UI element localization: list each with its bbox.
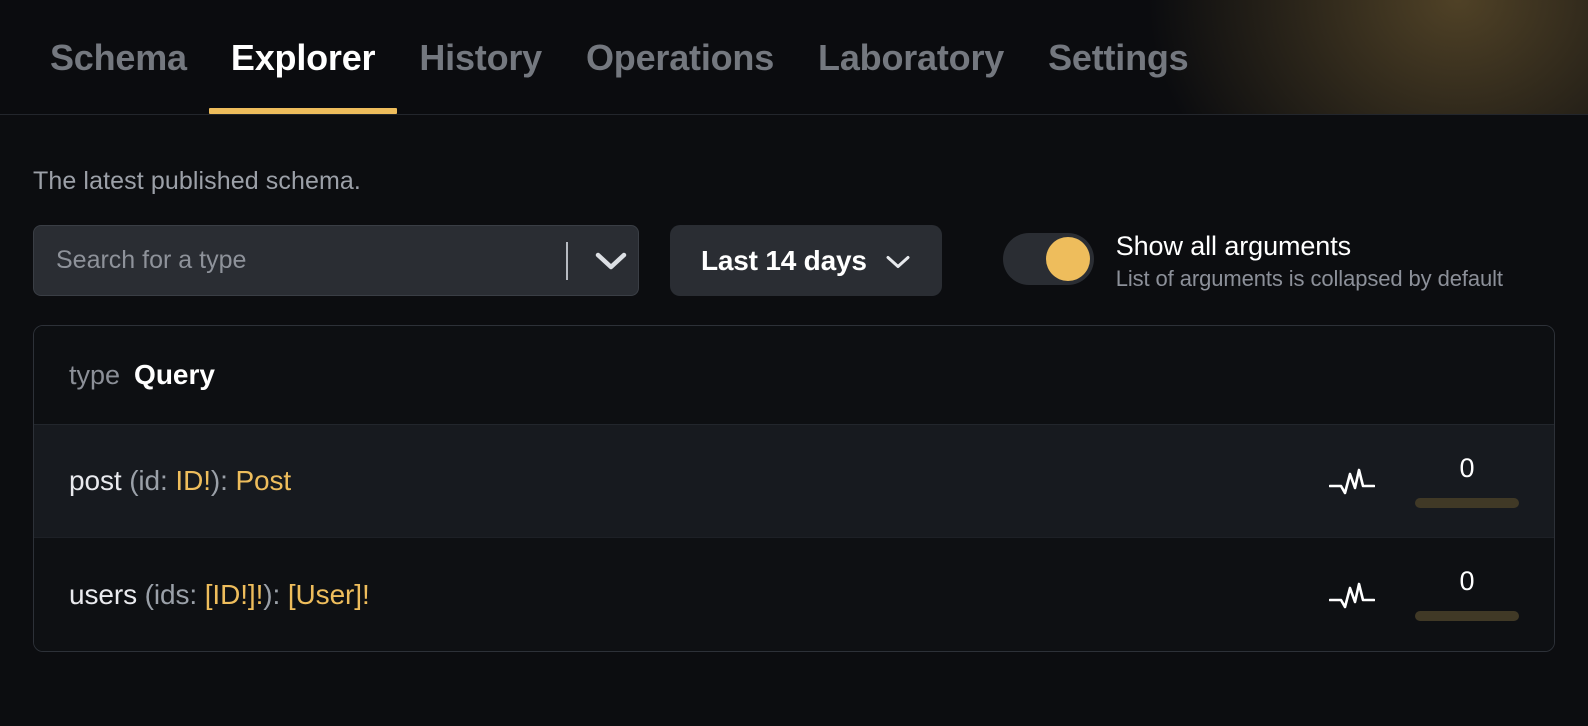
field-signature: post (id: ID!): Post	[69, 465, 291, 497]
field-usage-bar	[1415, 611, 1519, 621]
period-selector-label: Last 14 days	[701, 244, 867, 276]
tab-history-label: History	[419, 36, 542, 78]
field-usage-metric: 0	[1415, 568, 1519, 621]
top-navigation-bar: Schema Explorer History Operations Labor…	[0, 0, 1588, 115]
field-usage-count: 0	[1459, 566, 1475, 596]
type-search-box[interactable]	[33, 225, 639, 296]
field-arg-type[interactable]: [ID!]!	[205, 579, 264, 610]
field-name: users	[69, 578, 137, 610]
field-return-type[interactable]: [User]!	[288, 579, 370, 610]
tab-laboratory[interactable]: Laboratory	[796, 0, 1026, 115]
tab-schema-label: Schema	[50, 36, 187, 78]
field-arg-type[interactable]: ID!	[175, 465, 211, 496]
page-subtitle: The latest published schema.	[33, 167, 361, 195]
field-usage-count: 0	[1459, 452, 1475, 483]
chevron-down-icon	[885, 245, 911, 277]
tab-settings-label: Settings	[1048, 36, 1189, 78]
show-all-arguments-title: Show all arguments	[1115, 231, 1352, 261]
tab-settings[interactable]: Settings	[1026, 0, 1210, 115]
page-content: The latest published schema. Last 14 day…	[0, 167, 1588, 652]
schema-field-row[interactable]: users (ids: [ID!]!): [User]! 0	[34, 538, 1554, 651]
tab-operations-label: Operations	[586, 36, 775, 78]
show-all-arguments-description: List of arguments is collapsed by defaul…	[1115, 266, 1503, 292]
tab-history[interactable]: History	[397, 0, 564, 115]
show-all-arguments-toggle[interactable]	[1002, 233, 1094, 285]
tab-operations[interactable]: Operations	[564, 0, 796, 115]
toggle-knob	[1045, 237, 1090, 281]
field-usage-metric: 0	[1415, 452, 1519, 508]
chevron-down-icon[interactable]	[584, 226, 638, 295]
activity-pulse-icon[interactable]	[1329, 464, 1375, 498]
field-return-type[interactable]: Post	[235, 465, 291, 496]
field-args-open: (id:	[121, 465, 176, 496]
field-name: post	[69, 465, 122, 496]
show-all-arguments-control: Show all arguments List of arguments is …	[1002, 225, 1503, 292]
type-keyword: type	[69, 359, 121, 390]
tab-laboratory-label: Laboratory	[818, 36, 1005, 78]
topbar-divider	[0, 114, 1588, 115]
tab-explorer-label: Explorer	[230, 36, 376, 78]
period-selector-button[interactable]: Last 14 days	[670, 225, 942, 296]
tab-explorer[interactable]: Explorer	[208, 0, 398, 115]
field-args-close: ):	[263, 578, 288, 610]
field-usage-bar	[1415, 497, 1519, 508]
type-name: Query	[134, 359, 215, 390]
schema-type-card: type Query post (id: ID!): Post 0 users …	[33, 325, 1555, 652]
activity-pulse-icon[interactable]	[1329, 578, 1375, 612]
search-input[interactable]	[34, 226, 566, 295]
show-all-arguments-text: Show all arguments List of arguments is …	[1116, 231, 1503, 292]
tab-list: Schema Explorer History Operations Labor…	[0, 0, 1588, 115]
field-args-open: (ids:	[136, 578, 205, 610]
field-signature: users (ids: [ID!]!): [User]!	[69, 579, 370, 611]
field-metrics: 0	[1329, 568, 1519, 621]
schema-type-header: type Query	[34, 326, 1554, 425]
tab-schema[interactable]: Schema	[28, 0, 209, 115]
explorer-page: Schema Explorer History Operations Labor…	[0, 0, 1588, 726]
field-metrics: 0	[1329, 452, 1519, 508]
field-args-close: ):	[210, 465, 236, 496]
controls-row: Last 14 days Show all arguments List of …	[33, 225, 1555, 296]
search-divider	[566, 241, 568, 280]
schema-field-row[interactable]: post (id: ID!): Post 0	[34, 425, 1554, 538]
